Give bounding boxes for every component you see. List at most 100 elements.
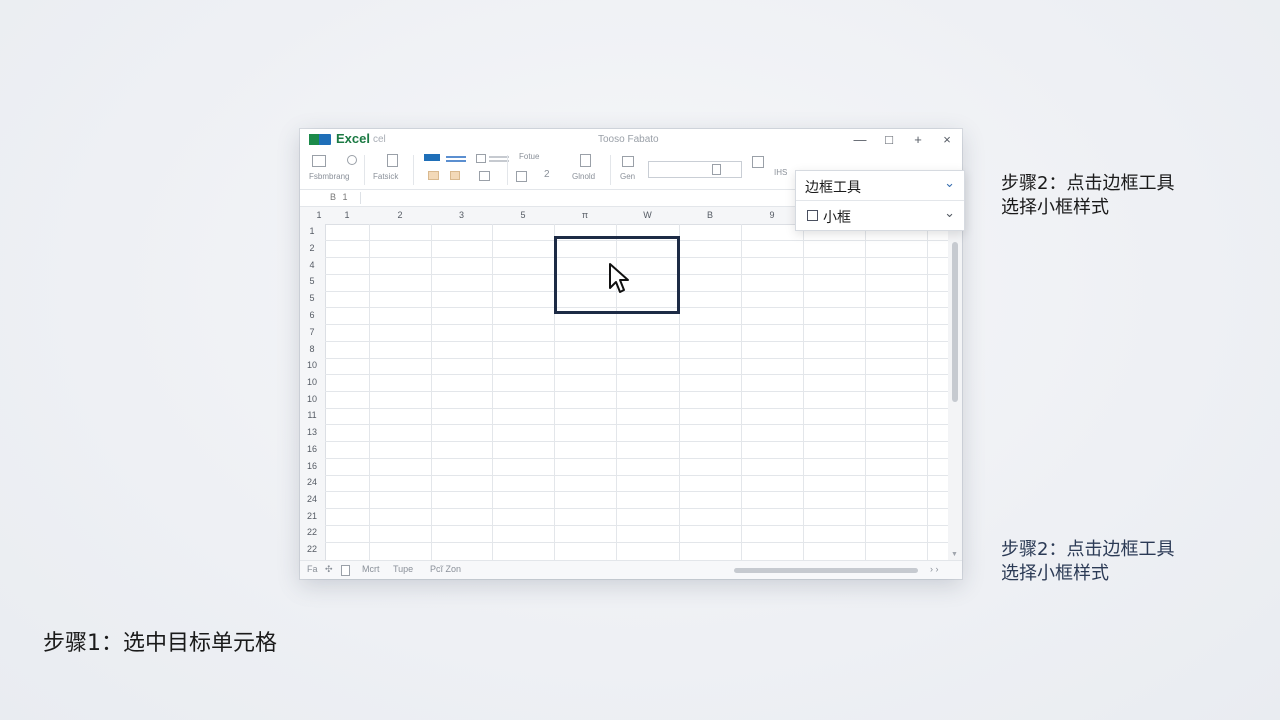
grid-line <box>325 374 948 375</box>
row-header[interactable]: 22 <box>300 527 324 537</box>
row-header[interactable]: 16 <box>300 444 324 454</box>
app-name: Excel <box>336 131 370 146</box>
insert-icon[interactable] <box>580 154 591 167</box>
grid-line <box>325 491 948 492</box>
row-header[interactable]: 5 <box>300 293 324 303</box>
row-header[interactable]: 16 <box>300 461 324 471</box>
ribbon-label-4[interactable]: 2 <box>544 169 550 180</box>
sort-icon[interactable] <box>752 156 764 168</box>
row-header[interactable]: 10 <box>300 394 324 404</box>
step1-annotation: 步骤1：选中目标单元格 <box>43 631 277 656</box>
formula-divider <box>360 192 361 204</box>
small-border-option[interactable]: 小框 ⌄ <box>796 200 964 230</box>
ribbon-label-3[interactable]: Fotue <box>519 152 539 161</box>
horizontal-scrollbar[interactable] <box>734 568 918 573</box>
sheet-tab[interactable]: Mcrt <box>362 564 380 574</box>
cell-style-icon[interactable] <box>516 171 527 182</box>
checkbox-icon[interactable] <box>807 210 818 221</box>
align-center-icon[interactable] <box>446 156 466 158</box>
column-header[interactable]: 2 <box>369 210 431 220</box>
ribbon-divider <box>364 155 365 185</box>
grid-line <box>325 542 948 543</box>
ribbon-label-5[interactable]: Glnold <box>572 172 595 181</box>
row-header[interactable]: 2 <box>300 243 324 253</box>
grid-line <box>325 341 948 342</box>
column-header[interactable]: 9 <box>741 210 803 220</box>
step2-annotation-bottom: 步骤2：点击边框工具选择小框样式 <box>1001 539 1175 584</box>
chevron-down-icon[interactable]: ⌄ <box>944 206 955 221</box>
row-header[interactable]: 24 <box>300 477 324 487</box>
grid-line <box>325 358 948 359</box>
corner-cell: 1 <box>316 210 322 220</box>
ribbon-divider <box>507 155 508 185</box>
column-header[interactable]: 3 <box>431 210 492 220</box>
close-icon[interactable]: × <box>933 131 961 149</box>
row-header[interactable]: 22 <box>300 544 324 554</box>
border-style-select[interactable] <box>648 161 742 178</box>
border-tool-popup: 边框工具 ⌄ 小框 ⌄ <box>795 170 965 231</box>
vertical-scrollbar[interactable]: ▲ ▼ <box>948 224 962 560</box>
ribbon-label-2[interactable]: Fatsick <box>373 172 398 181</box>
column-header[interactable]: 1 <box>325 210 369 220</box>
row-header[interactable]: 10 <box>300 377 324 387</box>
row-header[interactable]: 10 <box>300 360 324 370</box>
row-header[interactable]: 7 <box>300 327 324 337</box>
row-header[interactable]: 1 <box>300 226 324 236</box>
grid-line <box>325 324 948 325</box>
add-sheet-icon[interactable]: ✣ <box>325 564 333 575</box>
sheet-tab-bar: Fa ✣ Mcrt Tupe Pcĩ Zon › › <box>300 560 962 579</box>
row-header[interactable]: 24 <box>300 494 324 504</box>
merge-icon[interactable] <box>489 156 509 158</box>
align-left-icon[interactable] <box>424 154 440 161</box>
ribbon-divider <box>610 155 611 185</box>
font-color-icon[interactable] <box>450 171 460 180</box>
fill-color-icon[interactable] <box>428 171 439 180</box>
row-header[interactable]: 6 <box>300 310 324 320</box>
table-icon[interactable] <box>622 156 634 167</box>
ribbon-label-6[interactable]: Gen <box>620 172 635 181</box>
row-header[interactable]: 13 <box>300 427 324 437</box>
title-bar: Excel cel Tooso Fabato — □ + × <box>300 129 962 151</box>
grid-line <box>325 441 948 442</box>
row-header[interactable]: 11 <box>300 410 324 420</box>
scroll-thumb[interactable] <box>952 242 958 402</box>
new-window-icon[interactable]: + <box>904 131 932 149</box>
row-header-bar: 1 2 4 5 5 6 7 8 10 10 10 11 13 16 16 24 … <box>300 224 326 560</box>
scroll-down-icon[interactable]: ▼ <box>951 551 958 558</box>
column-header[interactable]: W <box>616 210 679 220</box>
ribbon-label-1[interactable]: Fsbmbrang <box>309 172 349 181</box>
column-header[interactable]: B <box>679 210 741 220</box>
format-icon[interactable] <box>312 155 326 167</box>
ribbon-label-7[interactable]: IHS <box>774 168 787 177</box>
maximize-icon[interactable]: □ <box>875 131 903 149</box>
row-header[interactable]: 5 <box>300 276 324 286</box>
column-header[interactable]: 5 <box>492 210 554 220</box>
paste-icon[interactable] <box>387 154 398 167</box>
mouse-cursor-icon <box>609 263 629 293</box>
column-header[interactable]: π <box>554 210 616 220</box>
chevron-down-icon[interactable]: ⌄ <box>944 176 955 191</box>
sheet-tab[interactable]: Pcĩ Zon <box>430 564 461 574</box>
step2-annotation-top: 步骤2：点击边框工具选择小框样式 <box>1001 173 1175 218</box>
sheet-tab[interactable]: Tupe <box>393 564 413 574</box>
minimize-icon[interactable]: — <box>846 131 874 149</box>
ribbon-divider <box>413 155 414 185</box>
grid-line <box>325 458 948 459</box>
grid-line <box>325 475 948 476</box>
app-subtitle: cel <box>373 134 386 145</box>
name-box[interactable]: B 1 <box>330 192 350 202</box>
page-icon[interactable] <box>712 164 721 175</box>
grid-line <box>325 391 948 392</box>
row-header[interactable]: 8 <box>300 344 324 354</box>
border-icon[interactable] <box>479 171 490 181</box>
row-header[interactable]: 21 <box>300 511 324 521</box>
row-header[interactable]: 4 <box>300 260 324 270</box>
scroll-arrows-icon[interactable]: › › <box>930 564 939 574</box>
border-tool-dropdown[interactable]: 边框工具 ⌄ <box>796 171 964 200</box>
grid-line <box>325 408 948 409</box>
sheet-list-icon[interactable] <box>341 565 350 576</box>
border-tool-label: 边框工具 <box>805 180 861 196</box>
search-icon[interactable] <box>347 155 357 165</box>
grid-line <box>325 508 948 509</box>
wrap-icon[interactable] <box>476 154 486 163</box>
